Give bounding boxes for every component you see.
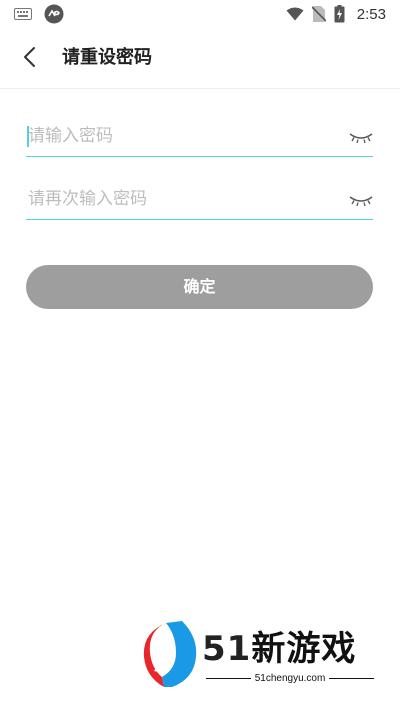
- watermark-url-row: 51chengyu.com: [206, 673, 375, 684]
- wifi-icon: [286, 7, 304, 21]
- no-sim-icon: [311, 6, 326, 22]
- page-title: 请重设密码: [62, 47, 152, 68]
- watermark-number: 51: [202, 629, 252, 669]
- confirm-password-field: [26, 181, 373, 220]
- divider: [206, 678, 251, 679]
- status-bar: 2:53: [0, 0, 400, 28]
- eye-closed-icon[interactable]: [349, 130, 373, 144]
- watermark-logo: [143, 621, 197, 687]
- clock: 2:53: [356, 5, 386, 23]
- divider: [329, 678, 375, 679]
- chevron-left-icon: [24, 47, 35, 67]
- app-notification-icon: [44, 4, 64, 24]
- watermark-name: 新游戏: [251, 629, 357, 669]
- app-header: 请重设密码: [0, 28, 400, 89]
- watermark-title: 51新游戏: [202, 621, 356, 670]
- password-input[interactable]: [26, 118, 336, 154]
- eye-closed-icon[interactable]: [349, 193, 373, 207]
- keyboard-icon: [14, 8, 32, 20]
- watermark: 51新游戏 51chengyu.com: [142, 617, 375, 691]
- password-field: [26, 118, 373, 157]
- watermark-url: 51chengyu.com: [254, 673, 326, 684]
- confirm-button[interactable]: 确定: [26, 265, 373, 309]
- back-button[interactable]: [16, 44, 42, 70]
- confirm-password-input[interactable]: [26, 181, 336, 217]
- battery-charging-icon: [334, 5, 345, 23]
